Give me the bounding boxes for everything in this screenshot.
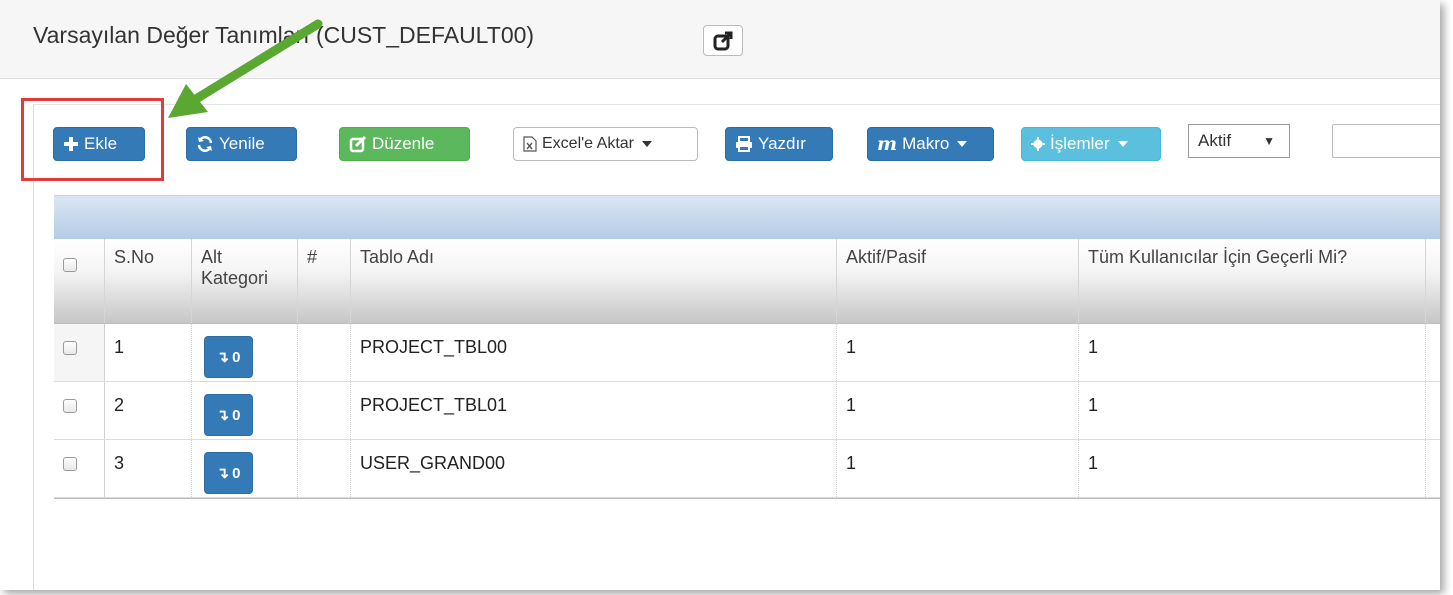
row-checkbox-cell	[54, 382, 105, 439]
row-checkbox[interactable]	[63, 457, 77, 471]
table-row[interactable]: 3 ↴ 0 USER_GRAND00 1 1	[54, 440, 1440, 498]
print-button-label: Yazdır	[758, 134, 806, 153]
add-button-label: Ekle	[84, 134, 118, 153]
cell-hash	[298, 324, 351, 381]
sub-category-count: 0	[232, 464, 241, 482]
cell-active: 1	[837, 440, 1079, 497]
cell-hash	[298, 382, 351, 439]
chevron-down-icon	[1117, 141, 1128, 147]
row-checkbox-cell	[54, 324, 105, 381]
cell-sno: 2	[105, 382, 192, 439]
page-title: Varsayılan Değer Tanımları (CUST_DEFAULT…	[33, 22, 535, 48]
table-row[interactable]: 2 ↴ 0 PROJECT_TBL01 1 1	[54, 382, 1440, 440]
plus-icon	[64, 137, 78, 151]
print-icon	[736, 136, 752, 152]
cell-all-users: 1	[1079, 382, 1426, 439]
search-input[interactable]	[1332, 124, 1440, 158]
cell-active: 1	[837, 324, 1079, 381]
macro-icon: m	[877, 133, 898, 155]
column-header-all-users[interactable]: Tüm Kullanıcılar İçin Geçerli Mi?	[1079, 239, 1426, 323]
status-select-value: Aktif	[1198, 131, 1232, 150]
sub-category-button[interactable]: ↴ 0	[204, 394, 253, 436]
level-down-icon: ↴	[216, 465, 230, 482]
refresh-button-label: Yenile	[219, 134, 265, 153]
cell-sno: 3	[105, 440, 192, 497]
column-header-sub-category[interactable]: Alt Kategori	[192, 239, 298, 323]
macro-button-label: Makro	[902, 134, 950, 153]
operations-button-label: İşlemler	[1050, 134, 1110, 153]
column-header-table-name[interactable]: Tablo Adı	[351, 239, 837, 323]
external-link-icon	[713, 31, 733, 50]
cell-all-users: 1	[1079, 440, 1426, 497]
table-row[interactable]: 1 ↴ 0 PROJECT_TBL00 1 1	[54, 324, 1440, 382]
add-button[interactable]: Ekle	[53, 127, 145, 161]
row-checkbox[interactable]	[63, 341, 77, 355]
cell-active: 1	[837, 382, 1079, 439]
refresh-button[interactable]: Yenile	[186, 127, 297, 161]
select-all-checkbox[interactable]	[63, 258, 77, 272]
column-header-sub-category-line1: Alt	[201, 247, 223, 267]
cell-sno: 1	[105, 324, 192, 381]
page-header: Varsayılan Değer Tanımları (CUST_DEFAULT…	[0, 0, 1440, 79]
header-checkbox-cell	[54, 239, 105, 323]
print-button[interactable]: Yazdır	[725, 127, 833, 161]
cell-table-name: USER_GRAND00	[351, 440, 837, 497]
edit-button[interactable]: Düzenle	[339, 127, 470, 161]
column-header-hash[interactable]: #	[298, 239, 351, 323]
operations-button[interactable]: İşlemler	[1021, 127, 1161, 161]
external-link-button[interactable]	[703, 25, 743, 56]
excel-export-button[interactable]: Excel'e Aktar	[513, 127, 698, 161]
refresh-icon	[197, 136, 213, 152]
excel-file-icon	[523, 136, 537, 152]
status-select[interactable]: Aktif ▼	[1188, 124, 1290, 158]
cell-table-name: PROJECT_TBL00	[351, 324, 837, 381]
cell-table-name: PROJECT_TBL01	[351, 382, 837, 439]
level-down-icon: ↴	[216, 349, 230, 366]
sub-category-count: 0	[232, 348, 241, 366]
level-down-icon: ↴	[216, 407, 230, 424]
column-header-sno[interactable]: S.No	[105, 239, 192, 323]
sub-category-count: 0	[232, 406, 241, 424]
row-checkbox[interactable]	[63, 399, 77, 413]
column-header-active[interactable]: Aktif/Pasif	[837, 239, 1079, 323]
gear-icon	[1031, 137, 1045, 151]
row-checkbox-cell	[54, 440, 105, 497]
excel-export-label: Excel'e Aktar	[542, 135, 634, 152]
grid-caption-bar	[54, 195, 1440, 240]
grid-header: S.No Alt Kategori # Tablo Adı Aktif/Pasi…	[54, 239, 1440, 324]
dropdown-arrow-icon: ▼	[1263, 134, 1275, 148]
column-header-sub-category-line2: Kategori	[201, 268, 269, 288]
edit-button-label: Düzenle	[372, 134, 435, 153]
cell-all-users: 1	[1079, 324, 1426, 381]
table-bottom-border	[54, 498, 1440, 499]
edit-icon	[349, 135, 367, 153]
chevron-down-icon	[957, 141, 968, 147]
cell-hash	[298, 440, 351, 497]
chevron-down-icon	[641, 141, 652, 147]
sub-category-button[interactable]: ↴ 0	[204, 452, 253, 494]
macro-button[interactable]: m Makro	[867, 127, 994, 161]
page: Varsayılan Değer Tanımları (CUST_DEFAULT…	[0, 0, 1440, 590]
sub-category-button[interactable]: ↴ 0	[204, 336, 253, 378]
